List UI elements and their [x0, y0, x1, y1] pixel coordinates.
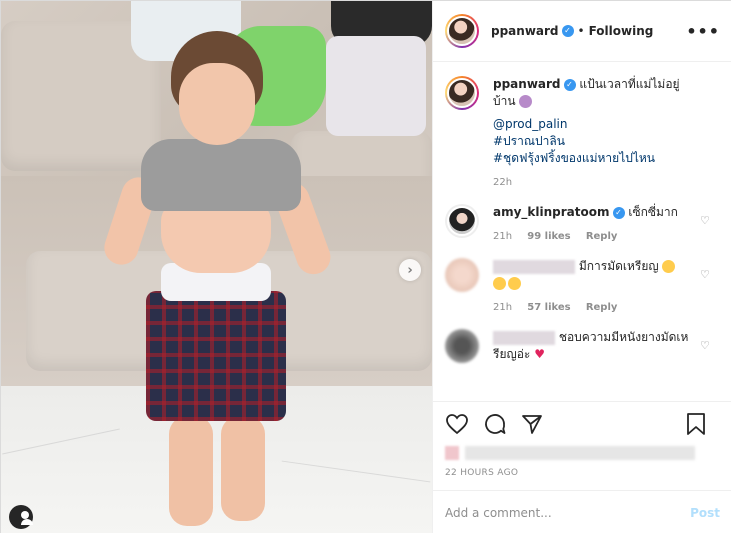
post-side-panel: ppanward ✓ • Following ••• ppanward ✓ แป้…	[432, 1, 731, 533]
avatar[interactable]	[445, 329, 479, 363]
chevron-right-icon: ›	[407, 262, 413, 278]
hashtag-link[interactable]: #ชุดฟรุ้งฟริ้งของแม่หายไปไหน	[493, 150, 693, 167]
comment-item: มีการมัดเหรียญ 21h 57 likes Reply ♡	[445, 258, 720, 313]
caption-time: 22h	[493, 177, 513, 188]
comment-likes[interactable]: 57 likes	[527, 302, 570, 313]
header-separator: •	[577, 24, 585, 38]
comment-item: amy_klinpratoom ✓ เซ็กซี่มาก 21h 99 likes…	[445, 204, 720, 242]
reply-button[interactable]: Reply	[586, 231, 618, 242]
comment-text: เซ็กซี่มาก	[628, 205, 678, 219]
laughing-emoji-icon	[508, 277, 521, 290]
comment-icon[interactable]	[483, 412, 507, 439]
child-leg	[169, 416, 213, 526]
child-plaid-shorts	[146, 291, 286, 421]
share-send-icon[interactable]	[521, 413, 543, 438]
comment-item: ชอบความมีหนังยางมัดเหรียญอ่ะ ♥ ♡	[445, 329, 720, 363]
laughing-emoji-icon	[493, 277, 506, 290]
woman-emoji-icon	[519, 95, 533, 108]
comment-username[interactable]: amy_klinpratoom	[493, 205, 610, 219]
more-horizontal-icon[interactable]: •••	[686, 22, 720, 41]
post-timestamp: 22 HOURS AGO	[445, 468, 519, 478]
like-comment-heart-icon[interactable]: ♡	[700, 269, 710, 280]
following-button[interactable]: Following	[589, 24, 654, 38]
caption-username[interactable]: ppanward	[493, 77, 561, 91]
avatar[interactable]	[445, 14, 479, 48]
like-comment-heart-icon[interactable]: ♡	[700, 340, 710, 351]
verified-badge-icon: ✓	[612, 206, 625, 219]
caption: ppanward ✓ แป้นเวลาที่แม่ไม่อยู่บ้าน @pro…	[445, 76, 720, 188]
like-comment-heart-icon[interactable]: ♡	[700, 215, 710, 226]
verified-badge-icon: ✓	[563, 78, 576, 91]
reply-button[interactable]: Reply	[586, 302, 618, 313]
post-photo[interactable]: ›	[1, 1, 432, 533]
comment-text: มีการมัดเหรียญ	[578, 259, 659, 273]
post-comment-button[interactable]: Post	[690, 506, 720, 520]
child-leg	[221, 416, 265, 521]
post-actions: 22 HOURS AGO	[433, 401, 731, 489]
add-comment-bar: Add a comment... Post	[433, 490, 731, 533]
red-heart-emoji-icon: ♥	[534, 347, 545, 361]
bookmark-icon[interactable]	[686, 412, 706, 439]
liked-by-blurred	[445, 446, 720, 460]
comment-username-blurred[interactable]	[493, 259, 575, 274]
child-face	[179, 63, 255, 145]
post-username[interactable]: ppanward	[491, 24, 559, 38]
comment-time: 21h	[493, 302, 513, 313]
child-shirt	[141, 139, 301, 211]
child-belly	[161, 201, 271, 273]
comment-likes[interactable]: 99 likes	[527, 231, 570, 242]
instagram-post-modal: › ppanward ✓ • Following ••• ppanward✓	[0, 0, 731, 533]
verified-badge-icon: ✓	[561, 25, 574, 37]
next-photo-button[interactable]: ›	[399, 259, 421, 281]
post-header: ppanward ✓ • Following •••	[433, 1, 731, 62]
comment-input[interactable]: Add a comment...	[445, 506, 552, 520]
comment-username-blurred[interactable]	[493, 330, 555, 345]
photo-child	[1, 1, 432, 533]
avatar[interactable]	[445, 258, 479, 292]
hashtag-link[interactable]: #ปราณปาลิน	[493, 133, 693, 150]
avatar[interactable]	[445, 204, 479, 238]
like-heart-icon[interactable]	[445, 413, 469, 438]
comment-time: 21h	[493, 231, 513, 242]
comments-list[interactable]: ppanward ✓ แป้นเวลาที่แม่ไม่อยู่บ้าน @pro…	[433, 62, 731, 401]
laughing-emoji-icon	[662, 260, 676, 273]
tagged-users-button[interactable]	[9, 505, 33, 529]
mention-link[interactable]: @prod_palin	[493, 116, 693, 133]
avatar[interactable]	[445, 76, 479, 110]
